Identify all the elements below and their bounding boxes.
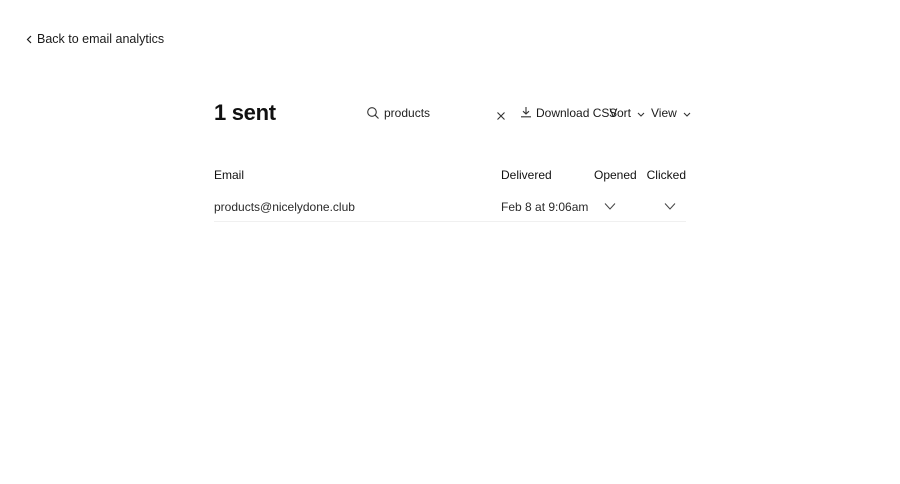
clicked-check-icon [664, 202, 676, 211]
download-csv-label: Download CSV [536, 106, 618, 120]
chevron-down-icon [683, 106, 691, 120]
table-row[interactable]: products@nicelydone.club Feb 8 at 9:06am [214, 194, 686, 222]
email-cell: products@nicelydone.club [214, 200, 355, 214]
search-input[interactable] [384, 104, 488, 122]
sort-label: Sort [609, 106, 632, 120]
chevron-left-icon [26, 35, 32, 44]
download-csv-button[interactable]: Download CSV [520, 104, 617, 122]
column-header-clicked[interactable]: Clicked [647, 168, 686, 182]
search-icon [366, 106, 380, 120]
close-icon[interactable] [496, 108, 506, 120]
page-title: 1 sent [214, 100, 276, 125]
view-dropdown[interactable]: View [651, 104, 691, 122]
download-icon [520, 106, 532, 121]
opened-check-icon [604, 202, 616, 211]
delivered-cell: Feb 8 at 9:06am [501, 200, 589, 214]
column-header-opened[interactable]: Opened [594, 168, 637, 182]
chevron-down-icon [637, 106, 645, 120]
view-label: View [651, 106, 677, 120]
search-field[interactable] [366, 104, 508, 122]
table-header: Email Delivered Opened Clicked [214, 168, 686, 184]
column-header-email[interactable]: Email [214, 168, 244, 182]
back-link-label: Back to email analytics [37, 32, 165, 46]
sort-dropdown[interactable]: Sort [609, 104, 645, 122]
column-header-delivered[interactable]: Delivered [501, 168, 552, 182]
back-to-analytics-link[interactable]: Back to email analytics [26, 30, 164, 48]
